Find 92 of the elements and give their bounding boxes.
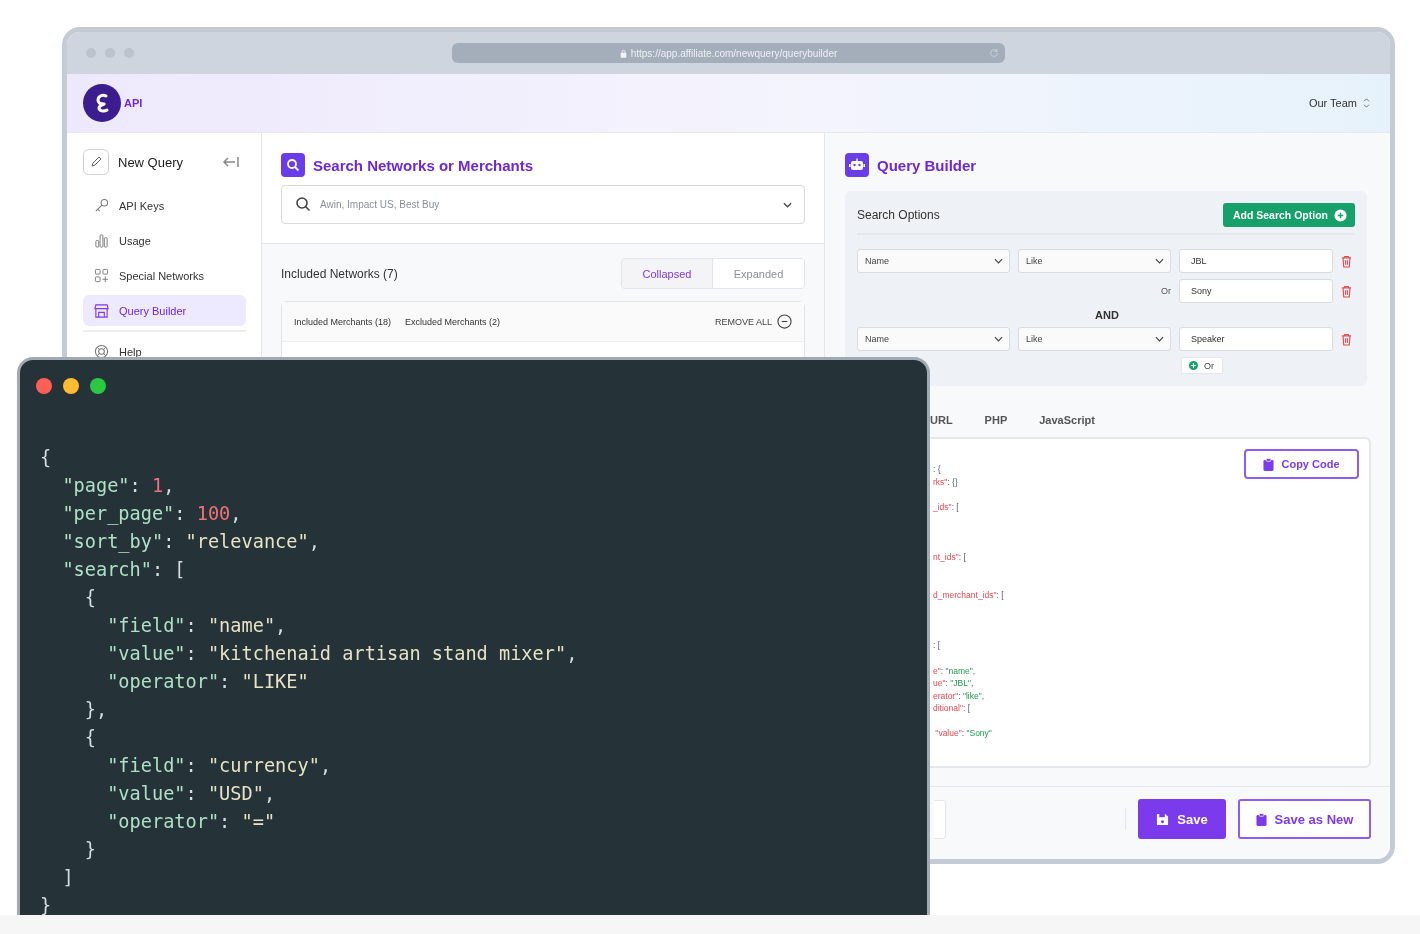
section-title: Included Networks (7) [281,266,398,281]
lifebuoy-icon [94,344,109,359]
key-icon [94,198,109,213]
code-tab[interactable]: JavaScript [1039,411,1095,429]
code-line: ue": "JBL", [933,677,974,690]
remove-all-button[interactable]: REMOVE ALL [714,314,792,329]
chevron-down-icon [994,336,1003,342]
trash-icon[interactable] [1341,254,1352,268]
search-field[interactable]: Awin, Impact US, Best Buy [281,185,805,224]
sidebar-item[interactable]: API Keys [83,197,246,214]
code-line: } [40,894,53,918]
value-field[interactable]: Speaker [1179,327,1333,351]
code-line: "value": "Sony" [934,727,992,741]
code-line: ] [61,866,75,890]
footer-field[interactable] [934,799,946,839]
code-line: "operator": "LIKE" [106,670,310,694]
code-line: }, [83,698,109,722]
close-button[interactable] [36,378,52,394]
store-icon [94,303,109,318]
plus-circle-icon [1334,208,1347,222]
search-icon [281,153,305,177]
code-line: { [40,446,53,470]
code-line: ditional": [ [933,702,971,715]
or-label: Or [1161,286,1171,296]
value-field[interactable]: Sony [1179,279,1333,303]
pencil-icon[interactable] [83,149,109,175]
code-line: _ids": [ [933,500,959,514]
code-line: "search": [ [61,558,187,582]
code-line: } [83,838,97,862]
code-line: d_merchant_ids": [ [933,588,1004,602]
clipboard-icon [1263,457,1275,471]
code-line: : { [933,463,941,476]
code-line: "value": "kitchenaid artisan stand mixer", [106,642,579,666]
code-line: "page": 1, [61,474,176,498]
trash-icon[interactable] [1341,284,1352,298]
lock-icon [619,48,627,58]
sidebar-item[interactable]: Usage [83,232,246,249]
copy-code-button[interactable]: Copy Code [1244,449,1359,479]
panel-title: Query Builder [877,156,977,174]
minus-circle-icon [777,314,792,329]
operator-select[interactable]: Like [1018,327,1171,351]
plus-circle-icon [1189,361,1198,370]
sidebar-item[interactable]: Help [83,343,246,360]
collapse-arrow-icon[interactable] [222,155,240,169]
url-text: https://app.affiliate.com/newquery/querybuilder [630,47,838,59]
clipboard-icon [1255,812,1267,826]
add-or-button[interactable]: Or [1181,357,1223,374]
bar-chart-icon [94,233,109,248]
chevron-down-icon [1155,336,1164,342]
chevron-down-icon [1155,258,1164,264]
code-line: rks": {} [933,475,958,489]
code-line: "value": "USD", [106,782,277,806]
logo-icon[interactable] [83,84,121,122]
code-line: : [ [933,639,941,652]
panel-title: Search Networks or Merchants [313,156,534,174]
chevron-down-icon [994,258,1003,264]
code-line: "operator": "=" [106,810,277,834]
and-label: AND [1095,309,1119,321]
view-toggle-option[interactable]: Collapsed [622,259,713,288]
merchant-tab[interactable]: Excluded Merchants (2) [405,316,501,327]
robot-icon [845,153,869,177]
code-line: "sort_by": "relevance", [61,530,321,555]
code-line: "per_page": 100, [61,502,243,527]
sidebar-item[interactable]: Query Builder [83,295,246,326]
new-query-title: New Query [118,154,184,170]
code-line: e": "name", [933,664,976,678]
code-tab[interactable]: PHP [984,411,1008,429]
field-select[interactable]: Name [857,249,1010,273]
chevron-updown-icon [1363,98,1370,108]
sidebar-item[interactable]: Special Networks [83,267,246,284]
code-line: { [83,726,97,750]
trash-icon[interactable] [1341,332,1352,346]
code-line: erator": "like", [933,689,985,703]
code-line: nt_ids": [ [933,551,966,564]
maximize-button[interactable] [90,378,106,394]
code-line: { [83,586,97,610]
team-selector[interactable]: Our Team [1308,97,1370,109]
card-title: Search Options [857,208,940,222]
chevron-down-icon [783,202,792,208]
value-field[interactable]: JBL [1179,249,1333,273]
code-line: "field": "name", [106,614,288,638]
save-as-new-button[interactable]: Save as New [1238,799,1371,839]
operator-select[interactable]: Like [1018,249,1171,273]
search-icon [295,196,311,212]
code-tab[interactable]: URL [930,411,953,429]
merchant-tab[interactable]: Included Merchants (18) [294,316,392,327]
logo-text: API [124,97,143,109]
code-line: "field": "currency", [106,754,333,778]
field-select[interactable]: Name [857,327,1010,351]
minimize-button[interactable] [63,378,79,394]
grid-plus-icon [94,268,109,283]
save-button[interactable]: Save [1138,799,1226,839]
